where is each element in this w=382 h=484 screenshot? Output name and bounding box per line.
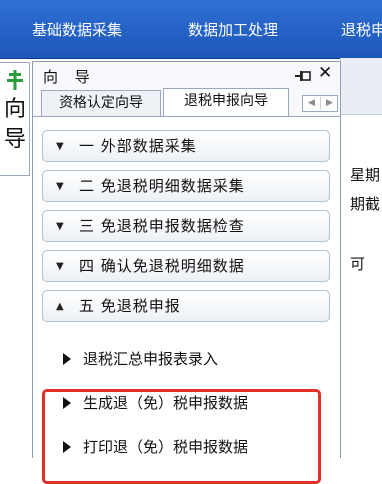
chevron-down-icon: ▼ <box>56 221 64 232</box>
chevron-down-icon: ▼ <box>56 261 64 272</box>
pin-panel-icon[interactable] <box>295 70 311 82</box>
tab-qualification-guide[interactable]: 资格认定向导 <box>41 90 161 116</box>
guide-panel: 向 导 ✕ 资格认定向导 退税申报向导 ◀ ▶ ▼ 一 外部数据采集 ▼ 二 免… <box>32 61 341 484</box>
guide-content: ▼ 一 外部数据采集 ▼ 二 免退税明细数据采集 ▼ 三 免退税申报数据检查 ▼… <box>33 116 340 484</box>
subitem-print-data[interactable]: 打印退（免）税申报数据 <box>63 435 248 459</box>
tab-refund-declaration-guide[interactable]: 退税申报向导 <box>163 88 289 116</box>
step-1[interactable]: ▼ 一 外部数据采集 <box>42 130 330 162</box>
chevron-down-icon: ▼ <box>56 141 64 152</box>
step-3[interactable]: ▼ 三 免退税申报数据检查 <box>42 210 330 242</box>
chevron-up-icon: ▲ <box>56 301 64 312</box>
menu-tax-refund[interactable]: 退税申 <box>341 19 382 40</box>
play-triangle-icon <box>63 441 71 453</box>
scroll-right-icon[interactable]: ▶ <box>321 96 338 111</box>
step-2[interactable]: ▼ 二 免退税明细数据采集 <box>42 170 330 202</box>
side-tab-label: 向 导 <box>3 97 26 152</box>
close-icon[interactable]: ✕ <box>318 64 332 82</box>
play-triangle-icon <box>63 353 71 365</box>
menu-data-processing[interactable]: 数据加工处理 <box>188 19 278 40</box>
background-window: 星期 期截 可 <box>340 58 382 458</box>
guide-side-tab[interactable]: 向 导 <box>0 62 30 176</box>
scroll-left-icon[interactable]: ◀ <box>303 96 320 111</box>
subitem-generate-data[interactable]: 生成退（免）税申报数据 <box>63 391 248 415</box>
chevron-down-icon: ▼ <box>56 181 64 192</box>
background-window-header <box>341 58 382 115</box>
tab-scroll-arrows: ◀ ▶ <box>302 95 338 112</box>
play-triangle-icon <box>63 397 71 409</box>
subitem-summary-entry[interactable]: 退税汇总申报表录入 <box>63 347 218 371</box>
pin-icon <box>7 70 23 90</box>
background-text-3: 可 <box>350 255 366 273</box>
step-5[interactable]: ▲ 五 免退税申报 <box>42 290 330 322</box>
step-4[interactable]: ▼ 四 确认免退税明细数据 <box>42 250 330 282</box>
panel-title: 向 导 <box>43 68 96 86</box>
background-text-2: 期截 <box>350 195 381 213</box>
menu-basic-data-collection[interactable]: 基础数据采集 <box>32 19 122 40</box>
top-menu-bar: 基础数据采集 数据加工处理 退税申 <box>0 0 382 59</box>
background-text-1: 星期 <box>350 166 381 184</box>
